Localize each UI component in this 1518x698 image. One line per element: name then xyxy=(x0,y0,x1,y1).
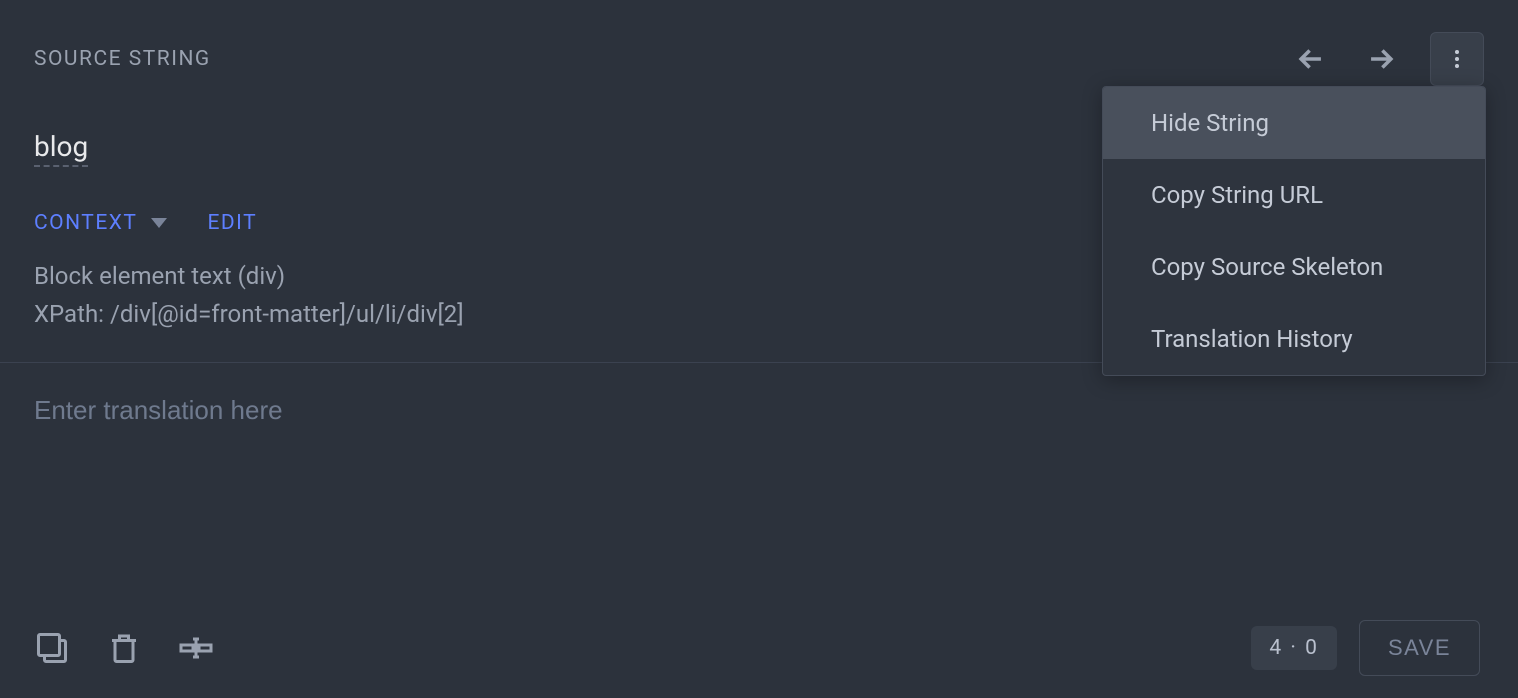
arrow-left-icon xyxy=(1294,42,1328,76)
placeholder-button[interactable] xyxy=(178,630,214,666)
context-label-text: CONTEXT xyxy=(34,211,137,235)
trash-icon xyxy=(106,630,142,666)
header-actions xyxy=(1290,32,1484,86)
copy-source-button[interactable] xyxy=(34,630,70,666)
kebab-icon xyxy=(1445,47,1469,71)
translation-input[interactable] xyxy=(34,395,1484,426)
save-button[interactable]: SAVE xyxy=(1359,620,1480,676)
menu-copy-string-url[interactable]: Copy String URL xyxy=(1103,159,1485,231)
next-button[interactable] xyxy=(1360,38,1402,80)
section-title: SOURCE STRING xyxy=(34,47,211,71)
text-field-icon xyxy=(178,630,214,666)
previous-button[interactable] xyxy=(1290,38,1332,80)
menu-hide-string[interactable]: Hide String xyxy=(1103,87,1485,159)
edit-link[interactable]: EDIT xyxy=(207,211,257,235)
toolbar-left xyxy=(34,630,214,666)
arrow-right-icon xyxy=(1364,42,1398,76)
character-count: 4 · 0 xyxy=(1251,626,1337,670)
menu-copy-source-skeleton[interactable]: Copy Source Skeleton xyxy=(1103,231,1485,303)
translation-section xyxy=(0,363,1518,458)
context-toggle[interactable]: CONTEXT xyxy=(34,211,167,235)
header-row: SOURCE STRING xyxy=(34,32,1484,86)
delete-button[interactable] xyxy=(106,630,142,666)
chevron-down-icon xyxy=(151,218,167,228)
copy-icon xyxy=(34,630,70,666)
source-string-value[interactable]: blog xyxy=(34,130,88,167)
more-options-button[interactable] xyxy=(1430,32,1484,86)
more-options-menu: Hide String Copy String URL Copy Source … xyxy=(1102,86,1486,376)
bottom-toolbar: 4 · 0 SAVE xyxy=(34,620,1480,676)
toolbar-right: 4 · 0 SAVE xyxy=(1251,620,1480,676)
menu-translation-history[interactable]: Translation History xyxy=(1103,303,1485,375)
